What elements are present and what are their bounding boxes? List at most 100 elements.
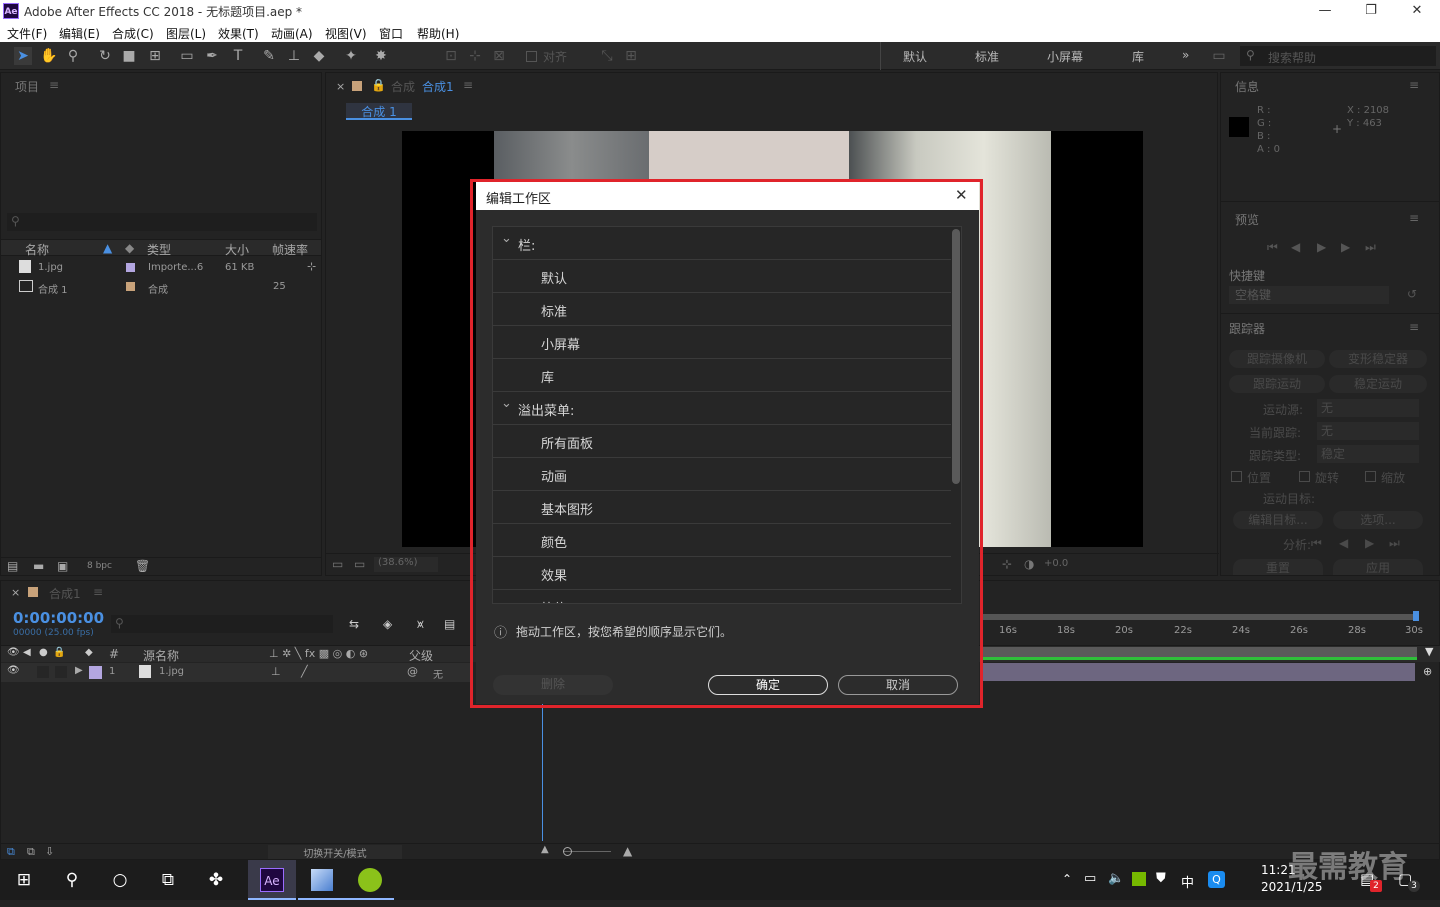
rotate-tool-icon[interactable]: ↻: [96, 47, 114, 65]
column-name[interactable]: 名称: [25, 241, 49, 258]
time-ruler[interactable]: 16s 18s 20s 22s 24s 26s 28s 30s: [981, 611, 1423, 647]
panel-menu-icon[interactable]: ≡: [1409, 211, 1419, 225]
bit-depth-button[interactable]: 8 bpc: [87, 561, 112, 571]
menu-composition[interactable]: 合成(C): [112, 25, 154, 42]
in-out-icon[interactable]: ⇩: [45, 845, 54, 858]
after-effects-taskbar-icon[interactable]: Ae: [248, 860, 296, 900]
analyze-forward-all-icon[interactable]: ⏭: [1389, 536, 1400, 551]
layer-duration-bar[interactable]: [981, 663, 1415, 681]
ime-indicator[interactable]: 中: [1181, 872, 1194, 891]
always-preview-icon[interactable]: ▭: [332, 557, 343, 571]
composition-flowchart-icon[interactable]: ⇆: [349, 617, 359, 631]
lock-icon[interactable]: 🔒: [53, 647, 65, 658]
layer-switches-icon[interactable]: ⧉: [7, 845, 15, 859]
panel-menu-icon[interactable]: ≡: [49, 78, 59, 92]
layer-row[interactable]: 👁 ▶ 1 1.jpg ⊥ ╱ @ 无: [1, 663, 471, 682]
zoom-out-icon[interactable]: ▲: [541, 844, 549, 855]
analyze-forward-icon[interactable]: ▶: [1365, 536, 1374, 550]
comp-button-icon[interactable]: ⊕: [1423, 665, 1432, 678]
monitor-icon[interactable]: ▭: [354, 557, 365, 571]
shortcut-select[interactable]: 空格键: [1229, 286, 1389, 304]
close-window-button[interactable]: ✕: [1394, 0, 1440, 22]
draft-3d-icon[interactable]: ◈: [383, 617, 392, 631]
axis-local-icon[interactable]: ⊡: [442, 47, 460, 65]
video-eye-icon[interactable]: 👁: [7, 647, 20, 658]
exposure-reset-icon[interactable]: ◑: [1024, 557, 1034, 571]
layer-search-input[interactable]: ⚲: [111, 615, 333, 633]
help-search-input[interactable]: ⚲ 搜索帮助: [1240, 46, 1436, 66]
snap-option-icon[interactable]: ⤡: [598, 47, 616, 65]
solo-icon[interactable]: ●: [39, 647, 48, 658]
security-shield-icon[interactable]: ⛊: [1156, 871, 1166, 886]
options-button[interactable]: 选项...: [1333, 511, 1423, 529]
snap-grid-icon[interactable]: ⊞: [622, 47, 640, 65]
edit-target-button[interactable]: 编辑目标...: [1233, 511, 1323, 529]
workspace-small-screen-tab[interactable]: 小屏幕: [1047, 48, 1083, 65]
time-indicator-line[interactable]: [542, 701, 543, 841]
next-frame-icon[interactable]: ▶: [1341, 240, 1350, 254]
toggle-switches-modes-button[interactable]: 切换开关/模式: [268, 845, 402, 860]
hide-shy-layers-icon[interactable]: ⩙: [417, 617, 424, 632]
workspace-menu-icon[interactable]: ▭: [1210, 47, 1228, 65]
workspace-library-tab[interactable]: 库: [1132, 48, 1144, 65]
label-color-swatch[interactable]: [126, 282, 135, 291]
pickwhip-icon[interactable]: @: [407, 665, 418, 678]
search-icon[interactable]: ⚲: [48, 860, 96, 900]
flowchart-icon[interactable]: ⊹: [307, 260, 316, 273]
column-size[interactable]: 大小: [225, 241, 249, 258]
panel-menu-icon[interactable]: ≡: [1409, 78, 1419, 92]
warp-stabilizer-button[interactable]: 变形稳定器: [1329, 350, 1427, 368]
new-folder-icon[interactable]: ▬: [33, 559, 44, 573]
axis-view-icon[interactable]: ⊠: [490, 47, 508, 65]
new-composition-icon[interactable]: ▣: [57, 559, 68, 573]
apply-button[interactable]: 应用: [1333, 559, 1423, 575]
work-area-end-handle[interactable]: [1413, 611, 1419, 621]
hand-tool-icon[interactable]: ✋: [40, 47, 58, 65]
selection-tool-icon[interactable]: ➤: [14, 47, 32, 65]
sort-ascending-icon[interactable]: ▲: [103, 241, 112, 255]
comp-marker-icon[interactable]: ▼: [1425, 645, 1433, 658]
zoom-slider-handle[interactable]: [563, 847, 572, 856]
pen-tool-icon[interactable]: ✒: [203, 47, 221, 65]
menu-file[interactable]: 文件(F): [7, 25, 47, 42]
workspace-default-tab[interactable]: 默认: [903, 48, 927, 65]
analyze-back-icon[interactable]: ⏮: [1311, 536, 1322, 551]
workspace-standard-tab[interactable]: 标准: [975, 48, 999, 65]
panel-menu-icon[interactable]: ≡: [93, 585, 103, 599]
column-type[interactable]: 类型: [147, 241, 171, 258]
exposure-value[interactable]: +0.0: [1044, 558, 1068, 569]
zoom-in-icon[interactable]: ▲: [623, 844, 632, 858]
network-icon[interactable]: ▭: [1084, 871, 1096, 886]
menu-help[interactable]: 帮助(H): [417, 25, 459, 42]
windows-start-icon[interactable]: ⊞: [0, 860, 48, 900]
zoom-tool-icon[interactable]: ⚲: [64, 47, 82, 65]
show-hidden-icons-chevron-icon[interactable]: ⌃: [1062, 872, 1072, 886]
layer-lock-toggle[interactable]: [55, 666, 67, 678]
comp-tab[interactable]: 合成1: [422, 78, 454, 95]
timeline-tab[interactable]: 合成1: [49, 585, 81, 602]
qq-icon[interactable]: Q: [1208, 871, 1225, 888]
scale-checkbox[interactable]: [1365, 471, 1376, 482]
trash-icon[interactable]: 🗑: [135, 559, 150, 573]
volume-icon[interactable]: 🔈: [1108, 871, 1124, 886]
play-icon[interactable]: ▶: [1317, 240, 1326, 254]
type-tool-icon[interactable]: T: [229, 47, 247, 65]
pinwheel-app-icon[interactable]: ✤: [192, 860, 240, 900]
snap-checkbox[interactable]: [526, 51, 537, 62]
clone-stamp-tool-icon[interactable]: ⊥: [285, 47, 303, 65]
menu-view[interactable]: 视图(V): [325, 25, 367, 42]
project-item-row[interactable]: 1.jpg Importe...6 61 KB ⊹: [1, 259, 321, 277]
motion-source-select[interactable]: 无: [1317, 399, 1419, 417]
comp-subtab[interactable]: 合成 1: [346, 103, 412, 120]
menu-edit[interactable]: 编辑(E): [59, 25, 100, 42]
label-color-swatch[interactable]: [126, 263, 135, 272]
rectangle-tool-icon[interactable]: ▭: [178, 47, 196, 65]
green-app-icon[interactable]: [346, 860, 394, 900]
track-motion-button[interactable]: 跟踪运动: [1229, 375, 1325, 393]
roto-brush-tool-icon[interactable]: ✦: [342, 47, 360, 65]
position-checkbox[interactable]: [1231, 471, 1242, 482]
column-source-name[interactable]: 源名称: [143, 647, 179, 664]
lock-icon[interactable]: 🔒: [371, 78, 386, 92]
reset-icon[interactable]: ↺: [1407, 287, 1417, 301]
axis-world-icon[interactable]: ⊹: [466, 47, 484, 65]
